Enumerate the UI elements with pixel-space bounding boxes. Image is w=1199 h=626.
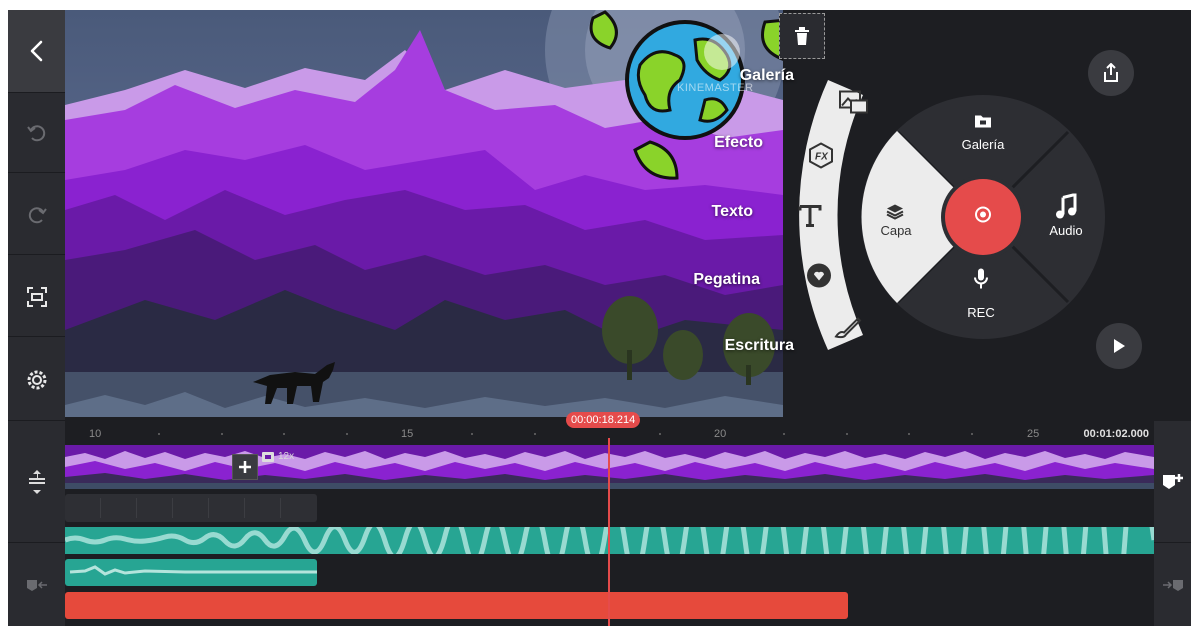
add-clip-icon — [1162, 473, 1183, 489]
tick-dot — [659, 433, 661, 435]
media-wheel — [799, 80, 1105, 350]
wheel-label-capa[interactable]: Capa — [880, 223, 911, 238]
wheel-label-audio[interactable]: Audio — [1049, 223, 1082, 238]
fullscreen-crop-icon — [26, 286, 47, 307]
fx-icon[interactable]: FX — [808, 142, 834, 174]
image-icon[interactable] — [839, 90, 869, 120]
camera-shutter-icon — [974, 206, 992, 229]
crop-button[interactable] — [8, 257, 65, 337]
tick-dot — [346, 433, 348, 435]
tick-dot — [846, 433, 848, 435]
kinemaster-editor: KINEMASTER Galería Capa Audio REC FX Gal… — [8, 10, 1191, 626]
layer-menu-pegatina[interactable]: Pegatina — [693, 271, 760, 289]
clip-arrow-left-icon — [26, 580, 47, 591]
layer-menu-texto[interactable]: Texto — [712, 203, 753, 221]
layer-menu-escritura[interactable]: Escritura — [725, 337, 794, 355]
layer-menu-galeria[interactable]: Galería — [740, 67, 794, 85]
clip-speed-info: 12x — [262, 451, 294, 462]
chevron-left-icon — [30, 40, 42, 62]
layer-cell — [209, 498, 245, 518]
move-clip-right-button[interactable] — [1154, 544, 1191, 626]
sticker-icon[interactable] — [806, 263, 832, 294]
undo-icon — [26, 124, 45, 141]
insert-clip-button[interactable] — [232, 454, 258, 480]
expand-tracks-icon — [28, 469, 45, 494]
plus-icon — [239, 461, 251, 473]
track-expand-button[interactable] — [8, 421, 65, 543]
tick-dot — [283, 433, 285, 435]
gear-icon — [27, 370, 46, 389]
folder-icon — [974, 113, 992, 134]
layer-cell — [101, 498, 137, 518]
film-icon — [262, 451, 274, 462]
video-preview[interactable]: KINEMASTER — [65, 10, 783, 417]
wheel-label-galeria[interactable]: Galería — [962, 137, 1005, 152]
left-toolbar — [8, 10, 65, 421]
tick-dot — [534, 433, 536, 435]
playhead[interactable] — [608, 438, 610, 626]
timeline-left-panel — [8, 421, 65, 626]
tick-label: 15 — [401, 428, 414, 440]
redo-button[interactable] — [8, 175, 65, 255]
layer-cell — [173, 498, 209, 518]
tick-dot — [971, 433, 973, 435]
layer-menu-efecto[interactable]: Efecto — [714, 134, 763, 152]
svg-text:FX: FX — [815, 152, 829, 163]
move-clip-left-button[interactable] — [8, 544, 65, 626]
tick-dot — [908, 433, 910, 435]
clip-arrow-right-icon — [1162, 580, 1183, 591]
brush-icon[interactable] — [834, 317, 862, 344]
layer-track[interactable] — [65, 494, 317, 522]
recording-track[interactable] — [65, 592, 848, 619]
tick-dot — [783, 433, 785, 435]
music-note-icon — [1055, 192, 1077, 225]
layer-cell — [65, 498, 101, 518]
redo-icon — [28, 206, 47, 223]
total-duration: 00:01:02.000 — [1083, 428, 1149, 440]
tick-dot — [471, 433, 473, 435]
audio-track-secondary[interactable] — [65, 559, 317, 586]
preview-scene — [65, 10, 783, 417]
tick-label: 25 — [1027, 428, 1040, 440]
back-button[interactable] — [8, 10, 65, 93]
audio-waveform — [69, 565, 317, 576]
tick-dot — [158, 433, 160, 435]
layer-cell — [245, 498, 281, 518]
text-icon[interactable] — [798, 204, 822, 233]
clip-speed-label: 12x — [278, 451, 295, 462]
current-time-badge: 00:00:18.214 — [566, 412, 641, 428]
settings-button[interactable] — [8, 339, 65, 421]
wheel-label-rec[interactable]: REC — [967, 305, 994, 320]
timeline-right-panel — [1154, 421, 1191, 626]
trash-icon — [795, 27, 809, 45]
undo-button[interactable] — [8, 93, 65, 173]
tick-dot — [221, 433, 223, 435]
add-clip-button[interactable] — [1154, 421, 1191, 543]
microphone-icon — [974, 268, 988, 295]
tick-label: 20 — [714, 428, 727, 440]
tick-label: 10 — [89, 428, 102, 440]
layer-cell — [137, 498, 173, 518]
